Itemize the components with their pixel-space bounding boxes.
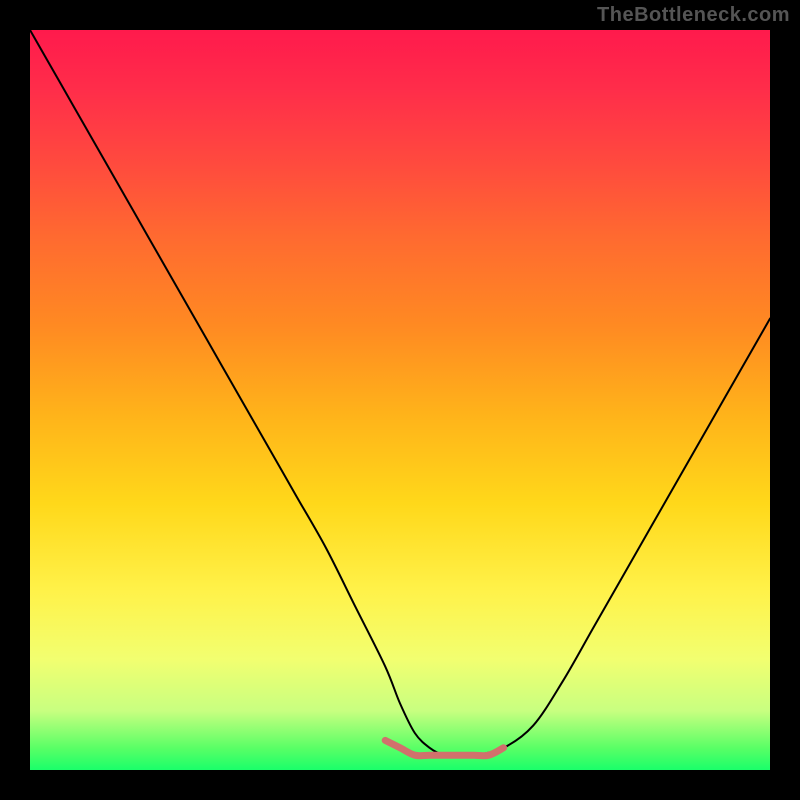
chart-stage: TheBottleneck.com — [0, 0, 800, 800]
plot-area — [30, 30, 770, 770]
watermark-text: TheBottleneck.com — [597, 4, 790, 27]
chart-svg — [30, 30, 770, 770]
highlight-floor — [385, 740, 503, 755]
bottleneck-curve — [30, 30, 770, 756]
